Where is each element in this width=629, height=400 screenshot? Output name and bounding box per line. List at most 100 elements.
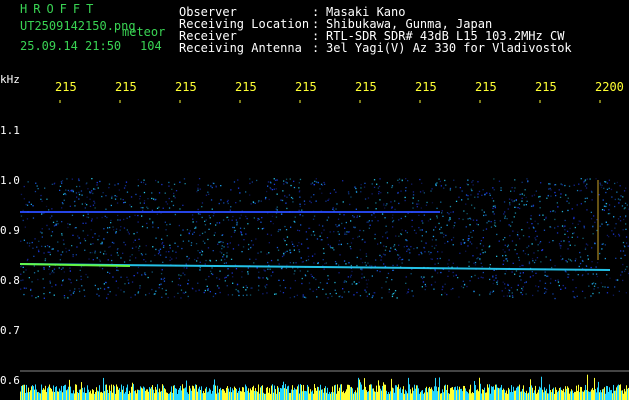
noise-speck — [590, 218, 593, 220]
noise-speck — [609, 277, 611, 279]
noise-speck — [600, 186, 603, 188]
activity-bin — [449, 393, 450, 400]
noise-speck — [201, 206, 203, 208]
noise-speck — [398, 178, 401, 180]
noise-speck — [186, 229, 189, 231]
noise-speck — [123, 187, 126, 189]
activity-bin — [219, 389, 220, 400]
noise-speck — [307, 247, 309, 249]
noise-speck — [107, 286, 109, 289]
activity-bin — [268, 392, 269, 400]
noise-speck — [472, 255, 474, 257]
noise-speck — [94, 207, 96, 209]
activity-bin — [463, 385, 464, 400]
noise-speck — [518, 259, 520, 261]
noise-speck — [444, 179, 446, 182]
noise-speck — [428, 253, 431, 255]
activity-bin — [600, 390, 601, 400]
noise-speck — [384, 217, 386, 219]
noise-speck — [623, 190, 626, 192]
noise-speck — [299, 205, 301, 208]
activity-bin — [141, 387, 142, 400]
noise-speck — [61, 251, 64, 253]
noise-speck — [107, 259, 109, 261]
noise-speck — [410, 246, 412, 248]
noise-speck — [431, 245, 433, 247]
activity-bin — [25, 392, 26, 400]
noise-speck — [492, 275, 494, 277]
noise-speck — [519, 207, 521, 210]
noise-speck — [208, 215, 210, 217]
noise-speck — [106, 216, 108, 219]
activity-bin — [451, 387, 452, 400]
noise-speck — [187, 259, 189, 261]
noise-speck — [568, 202, 570, 204]
noise-speck — [268, 252, 270, 254]
noise-speck — [267, 268, 269, 270]
noise-speck — [622, 250, 625, 252]
activity-bin — [429, 386, 430, 400]
noise-speck — [70, 294, 72, 296]
noise-speck — [506, 260, 509, 262]
noise-speck — [218, 287, 220, 289]
activity-bin — [272, 384, 273, 400]
noise-speck — [568, 258, 570, 260]
noise-speck — [539, 200, 541, 203]
noise-speck — [479, 258, 481, 260]
noise-speck — [625, 215, 627, 217]
noise-speck — [335, 208, 337, 210]
noise-speck — [213, 234, 215, 236]
noise-speck — [262, 227, 265, 229]
noise-speck — [254, 202, 256, 204]
noise-speck — [160, 273, 163, 275]
noise-speck — [78, 193, 81, 196]
noise-speck — [504, 287, 507, 289]
noise-speck — [283, 254, 285, 256]
noise-speck — [460, 242, 462, 244]
noise-speck — [521, 193, 523, 195]
noise-speck — [271, 215, 274, 217]
activity-bin — [209, 388, 210, 400]
noise-speck — [607, 286, 609, 288]
activity-bin — [199, 386, 200, 400]
activity-bin — [86, 392, 87, 400]
noise-speck — [315, 288, 318, 291]
noise-speck — [622, 279, 624, 282]
noise-speck — [221, 248, 223, 250]
y-tick: 0.9 — [0, 224, 20, 237]
noise-speck — [467, 239, 469, 242]
noise-speck — [338, 233, 340, 235]
noise-speck — [336, 203, 338, 205]
activity-bin — [618, 384, 619, 400]
noise-speck — [161, 296, 163, 298]
noise-speck — [512, 296, 514, 298]
noise-speck — [561, 184, 563, 186]
noise-speck — [329, 231, 331, 233]
noise-speck — [127, 279, 129, 281]
activity-bin — [222, 388, 223, 400]
activity-bin — [394, 392, 395, 400]
noise-speck — [421, 253, 423, 255]
noise-speck — [250, 203, 252, 205]
activity-bin — [204, 392, 205, 400]
noise-speck — [379, 254, 381, 257]
noise-speck — [615, 279, 617, 281]
noise-speck — [423, 247, 426, 249]
noise-speck — [313, 262, 315, 264]
activity-bin — [251, 390, 252, 400]
noise-speck — [124, 244, 127, 246]
noise-speck — [349, 276, 352, 278]
activity-bin — [137, 389, 138, 400]
noise-speck — [499, 220, 501, 222]
noise-speck — [208, 228, 210, 230]
noise-speck — [279, 229, 281, 231]
noise-speck — [161, 269, 163, 271]
noise-speck — [400, 233, 402, 235]
noise-speck — [43, 268, 45, 270]
activity-bin — [279, 391, 280, 400]
noise-speck — [383, 203, 385, 205]
noise-speck — [258, 277, 260, 279]
noise-speck — [340, 243, 342, 246]
noise-speck — [564, 184, 566, 187]
activity-bin — [462, 391, 463, 400]
